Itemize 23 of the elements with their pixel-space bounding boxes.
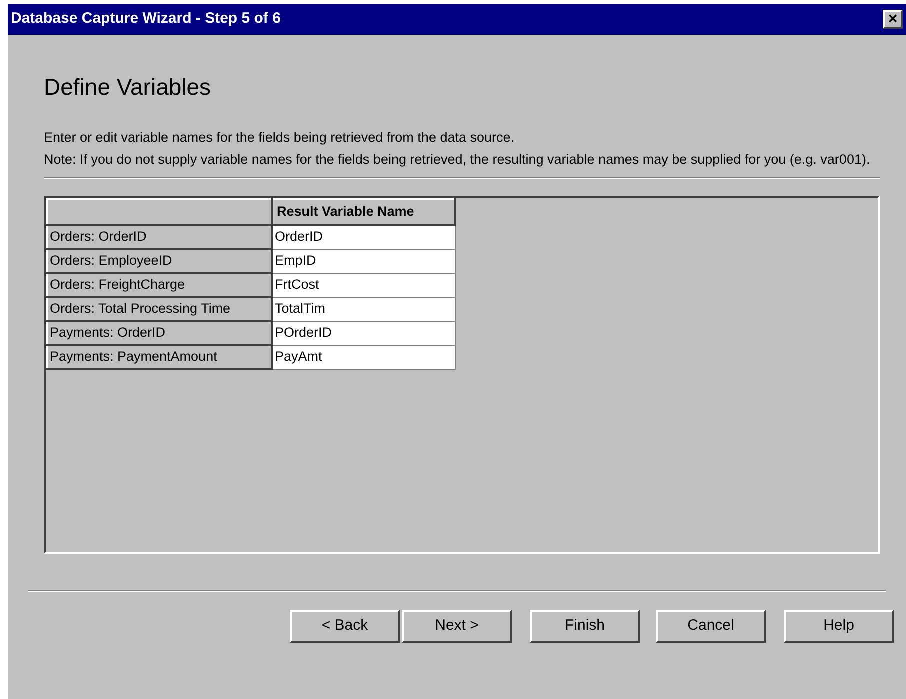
row-header: Orders: OrderID (47, 225, 272, 249)
variable-cell[interactable]: POrderID (272, 321, 455, 345)
variable-cell[interactable]: PayAmt (272, 345, 455, 369)
wizard-button[interactable]: Finish (530, 610, 640, 643)
row-header: Payments: PaymentAmount (47, 345, 272, 369)
row-header: Payments: OrderID (47, 321, 272, 345)
wizard-button[interactable]: < Back (290, 610, 400, 643)
wizard-button[interactable]: Cancel (656, 610, 766, 643)
variable-cell[interactable]: EmpID (272, 249, 455, 273)
column-header: Result Variable Name (272, 199, 455, 225)
instruction-text: Note: If you do not supply variable names for the fields being retrieved, the resulting variable names may be supplied for you (e.g. var001). (44, 151, 872, 169)
variable-cell[interactable]: OrderID (272, 225, 455, 249)
instruction-text: Enter or edit variable names for the fields being retrieved from the data source. (44, 129, 516, 147)
page-heading: Define Variables (44, 76, 212, 99)
variable-cell[interactable]: FrtCost (272, 273, 455, 297)
row-header: Orders: FreightCharge (47, 273, 272, 297)
wizard-button[interactable]: Next > (402, 610, 512, 643)
variable-cell[interactable]: TotalTim (272, 297, 455, 321)
row-header: Orders: Total Processing Time (47, 297, 272, 321)
close-button[interactable]: × (883, 10, 903, 29)
window-title: Database Capture Wizard - Step 5 of 6 (11, 9, 281, 30)
wizard-button[interactable]: Help (784, 610, 894, 643)
row-header: Orders: EmployeeID (47, 249, 272, 273)
